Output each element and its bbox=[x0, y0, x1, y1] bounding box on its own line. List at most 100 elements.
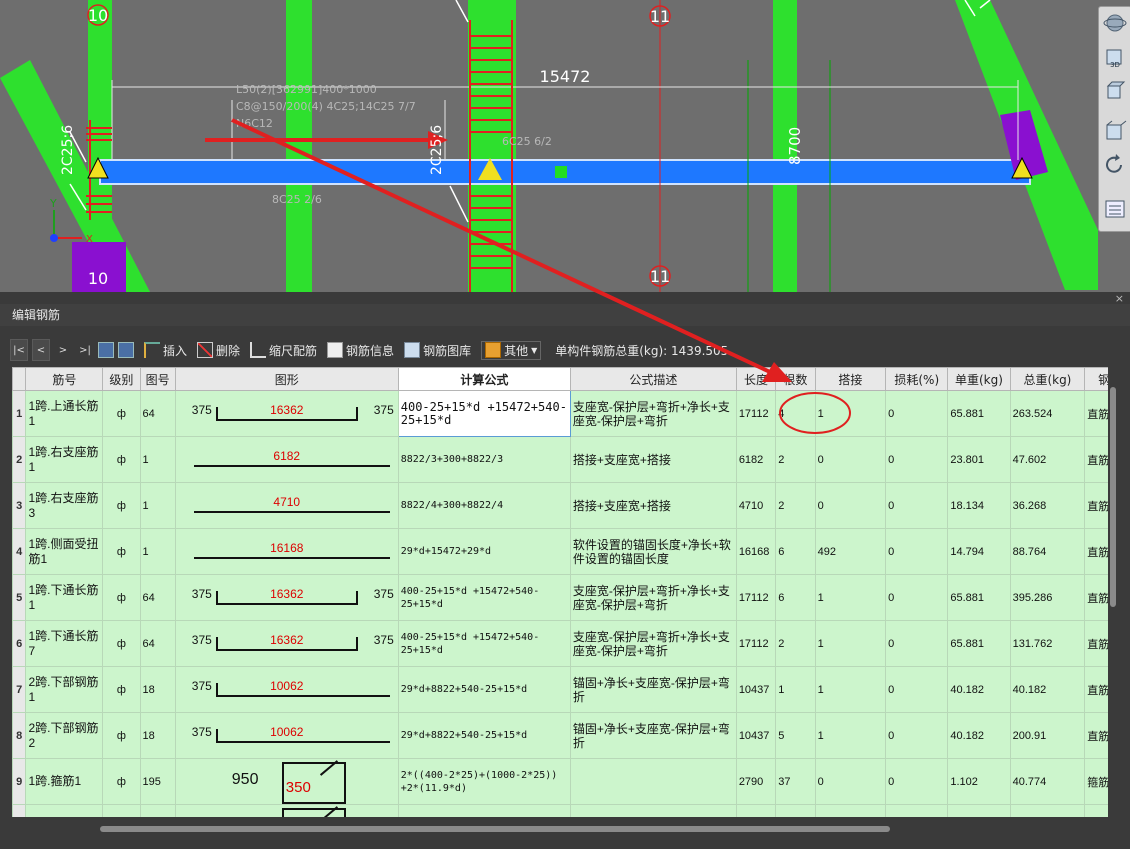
unit-weight-cell[interactable]: 65.881 bbox=[947, 574, 1011, 621]
loss-cell[interactable]: 0 bbox=[885, 620, 949, 667]
fig-no-cell[interactable]: 64 bbox=[139, 620, 176, 667]
vertical-scroll-thumb[interactable] bbox=[1110, 387, 1116, 607]
shape-cell[interactable]: 6182 bbox=[174, 436, 399, 483]
formula-cell[interactable]: 29*d+15472+29*d bbox=[397, 528, 571, 575]
scale-rebar-button[interactable]: 缩尺配筋 bbox=[250, 342, 317, 359]
shape-cell[interactable]: 950 350 bbox=[174, 758, 399, 805]
table-row[interactable]: 7 2跨.下部钢筋1 ф 18 375 10062 29*d+8822+540-25+15*… bbox=[12, 666, 1108, 713]
fig-no-cell[interactable]: 1 bbox=[139, 436, 176, 483]
header-count[interactable]: 根数 bbox=[775, 367, 816, 391]
total-weight-cell[interactable]: 395.286 bbox=[1009, 574, 1086, 621]
row-number[interactable]: 9 bbox=[12, 758, 27, 805]
length-cell[interactable]: 10437 bbox=[735, 666, 777, 713]
formula-desc-cell[interactable]: 软件设置的锚固长度+净长+软件设置的锚固长度 bbox=[569, 528, 737, 575]
fig-no-cell[interactable]: 1 bbox=[139, 482, 176, 529]
loss-cell[interactable]: 0 bbox=[885, 436, 949, 483]
nav-next-button[interactable]: > bbox=[54, 339, 72, 361]
total-weight-cell[interactable]: 47.602 bbox=[1009, 436, 1086, 483]
count-cell[interactable]: 2 bbox=[775, 482, 816, 529]
category-cell[interactable]: 箍筋 bbox=[1084, 758, 1108, 805]
table-row[interactable]: 5 1跨.下通长筋1 ф 64 375 375 16362 400-25+15*d +1547… bbox=[12, 574, 1108, 621]
fig-no-cell[interactable]: 195 bbox=[139, 804, 176, 817]
rebar-grid[interactable]: 筋号 级别 图号 图形 计算公式 公式描述 长度 根数 搭接 损耗(%) 单重(… bbox=[12, 367, 1108, 817]
grade-cell[interactable]: ф bbox=[102, 666, 141, 713]
bar-name-cell[interactable]: 1跨.右支座筋3 bbox=[25, 482, 104, 529]
bar-name-cell[interactable]: 1跨.上通长筋1 bbox=[25, 390, 104, 437]
formula-desc-cell[interactable]: 锚固+净长+支座宽-保护层+弯折 bbox=[569, 666, 737, 713]
count-cell[interactable]: 37 bbox=[775, 758, 816, 805]
nav-first-button[interactable]: |< bbox=[10, 339, 28, 361]
rotate-icon[interactable] bbox=[1102, 153, 1128, 177]
formula-cell[interactable]: 8822/4+300+8822/4 bbox=[397, 482, 571, 529]
nav-last-button[interactable]: >| bbox=[76, 339, 94, 361]
fig-no-cell[interactable]: 64 bbox=[139, 574, 176, 621]
table-row[interactable]: 8 2跨.下部钢筋2 ф 18 375 10062 29*d+8822+540-25+15*… bbox=[12, 712, 1108, 759]
category-cell[interactable]: 箍筋 bbox=[1084, 804, 1108, 817]
bar-name-cell[interactable]: 1跨.侧面受扭筋1 bbox=[25, 528, 104, 575]
category-cell[interactable]: 直筋 bbox=[1084, 666, 1108, 713]
header-formula[interactable]: 计算公式 bbox=[397, 367, 571, 391]
lap-cell[interactable]: 1 bbox=[814, 712, 887, 759]
total-weight-cell[interactable]: 88.764 bbox=[1009, 528, 1086, 575]
row-number[interactable]: 7 bbox=[12, 666, 27, 713]
formula-cell[interactable]: 400-25+15*d +15472+540-25+15*d bbox=[397, 574, 571, 621]
header-shape[interactable]: 图形 bbox=[174, 367, 399, 391]
rebar-library-button[interactable]: 钢筋图库 bbox=[404, 342, 471, 359]
horizontal-scrollbar[interactable] bbox=[12, 824, 1108, 834]
category-cell[interactable]: 直筋 bbox=[1084, 390, 1108, 437]
shape-cell[interactable]: 375 375 16362 bbox=[174, 390, 399, 437]
loss-cell[interactable]: 0 bbox=[885, 758, 949, 805]
formula-cell[interactable]: 29*d+8822+540-25+15*d bbox=[397, 712, 571, 759]
bar-name-cell[interactable]: 1跨.箍筋2 bbox=[25, 804, 104, 817]
table-row[interactable]: 4 1跨.侧面受扭筋1 ф 1 16168 29*d+15472+29*d 软件设置的锚固长… bbox=[12, 528, 1108, 575]
shape-cell[interactable]: 375 375 16362 bbox=[174, 574, 399, 621]
formula-cell[interactable]: 2*((400-2*25)+(1000-2*25)) +2*(11.9*d) bbox=[397, 758, 571, 805]
view-box-icon[interactable] bbox=[1102, 119, 1128, 143]
lap-cell[interactable]: 492 bbox=[814, 528, 887, 575]
grade-cell[interactable]: ф bbox=[102, 436, 141, 483]
loss-cell[interactable]: 0 bbox=[885, 574, 949, 621]
formula-desc-cell[interactable]: 支座宽-保护层+弯折+净长+支座宽-保护层+弯折 bbox=[569, 574, 737, 621]
view-cube-icon[interactable] bbox=[1102, 79, 1128, 103]
loss-cell[interactable]: 0 bbox=[885, 528, 949, 575]
shape-cell[interactable]: 950 bbox=[174, 804, 399, 817]
header-loss[interactable]: 损耗(%) bbox=[885, 367, 949, 391]
count-cell[interactable]: 37 bbox=[775, 804, 816, 817]
move-down-icon[interactable] bbox=[118, 342, 134, 358]
grade-cell[interactable]: ф bbox=[102, 482, 141, 529]
row-number[interactable]: 3 bbox=[12, 482, 27, 529]
bar-name-cell[interactable]: 2跨.下部钢筋1 bbox=[25, 666, 104, 713]
lap-cell[interactable]: 0 bbox=[814, 758, 887, 805]
view-3d-icon[interactable]: 3D bbox=[1102, 45, 1128, 69]
formula-cell[interactable]: 29*d+8822+540-25+15*d bbox=[397, 666, 571, 713]
count-cell[interactable]: 6 bbox=[775, 574, 816, 621]
formula-cell[interactable]: 400-25+15*d +15472+540-25+15*d bbox=[397, 620, 571, 667]
rebar-info-button[interactable]: 钢筋信息 bbox=[327, 342, 394, 359]
orbit-icon[interactable] bbox=[1102, 11, 1128, 35]
total-weight-cell[interactable]: 131.762 bbox=[1009, 620, 1086, 667]
formula-desc-cell[interactable]: 支座宽-保护层+弯折+净长+支座宽-保护层+弯折 bbox=[569, 620, 737, 667]
horizontal-scroll-thumb[interactable] bbox=[100, 826, 890, 832]
category-cell[interactable]: 直筋 bbox=[1084, 574, 1108, 621]
total-weight-cell[interactable]: 263.524 bbox=[1009, 390, 1086, 437]
loss-cell[interactable]: 0 bbox=[885, 482, 949, 529]
grade-cell[interactable]: ф bbox=[102, 620, 141, 667]
unit-weight-cell[interactable]: 65.881 bbox=[947, 620, 1011, 667]
total-weight-cell[interactable]: 36.268 bbox=[1009, 482, 1086, 529]
unit-weight-cell[interactable]: 1.102 bbox=[947, 758, 1011, 805]
insert-button[interactable]: 插入 bbox=[144, 342, 187, 359]
row-number[interactable]: 8 bbox=[12, 712, 27, 759]
row-number[interactable]: 1 bbox=[12, 390, 27, 437]
length-cell[interactable]: 2790 bbox=[735, 758, 777, 805]
formula-desc-cell[interactable]: 搭接+支座宽+搭接 bbox=[569, 482, 737, 529]
total-weight-cell[interactable]: 33.559 bbox=[1009, 804, 1086, 817]
row-number[interactable]: 2 bbox=[12, 436, 27, 483]
shape-cell[interactable]: 16168 bbox=[174, 528, 399, 575]
move-up-icon[interactable] bbox=[98, 342, 114, 358]
other-dropdown[interactable]: 其他 ▼ bbox=[481, 340, 542, 360]
header-grade[interactable]: 级别 bbox=[102, 367, 141, 391]
bar-name-cell[interactable]: 1跨.下通长筋1 bbox=[25, 574, 104, 621]
bar-name-cell[interactable]: 2跨.下部钢筋2 bbox=[25, 712, 104, 759]
formula-desc-cell[interactable] bbox=[569, 804, 737, 817]
count-cell[interactable]: 2 bbox=[775, 620, 816, 667]
